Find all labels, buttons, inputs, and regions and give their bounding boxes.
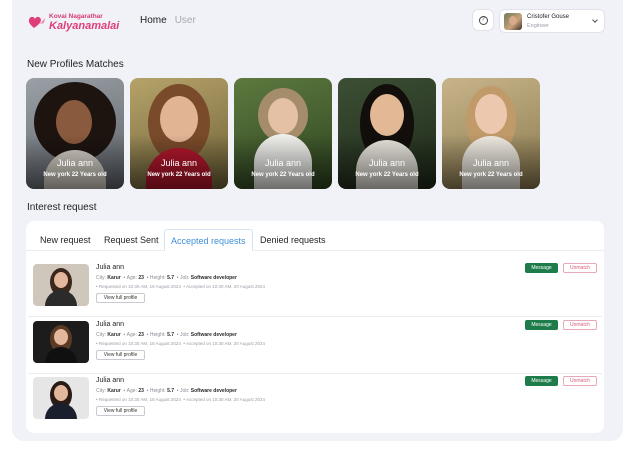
tab-request-sent[interactable]: Request Sent (98, 229, 165, 251)
view-full-profile-button[interactable]: View full profile (96, 350, 145, 360)
request-name: Julia ann (96, 264, 125, 271)
profile-card[interactable]: Julia ann New york 22 Years old (130, 78, 228, 189)
message-button[interactable]: Message (525, 376, 558, 386)
user-name: Cristofer Gouse (527, 14, 570, 20)
tab-accepted-requests[interactable]: Accepted requests (164, 229, 253, 251)
card-name: Julia ann (160, 158, 198, 168)
chevron-down-icon (592, 17, 598, 23)
profile-card[interactable]: Julia ann New york 22 Years old (26, 78, 124, 189)
view-full-profile-button[interactable]: View full profile (96, 293, 145, 303)
request-meta: City: Karur • Age: 23 • Height: 5.7 • Jo… (96, 332, 237, 338)
list-item: Julia ann City: Karur • Age: 23 • Height… (26, 318, 604, 374)
message-button[interactable]: Message (525, 320, 558, 330)
brand-line-1: Kovai Nagarathar (49, 13, 103, 20)
profile-card[interactable]: Julia ann New york 22 Years old (234, 78, 332, 189)
interest-panel: New request Request Sent Accepted reques… (26, 221, 604, 433)
question-circle-icon: ? (478, 15, 488, 25)
nav-user[interactable]: User (175, 15, 196, 26)
brand-logo[interactable]: Kovai Nagarathar Kalyanamalai (28, 12, 120, 34)
request-name: Julia ann (96, 321, 125, 328)
unmatch-button[interactable]: Unmatch (563, 320, 597, 330)
view-full-profile-button[interactable]: View full profile (96, 406, 145, 416)
request-meta: City: Karur • Age: 23 • Height: 5.7 • Jo… (96, 275, 237, 281)
matches-title: New Profiles Matches (27, 59, 124, 70)
request-photo (33, 264, 89, 306)
tab-new-request[interactable]: New request (34, 229, 97, 251)
request-meta: City: Karur • Age: 23 • Height: 5.7 • Jo… (96, 388, 237, 394)
card-info: New york 22 Years old (147, 172, 211, 178)
unmatch-button[interactable]: Unmatch (563, 376, 597, 386)
top-nav: Home User (140, 15, 196, 26)
request-dates: • Requested on 10:30 AM, 18 August 2024 … (96, 284, 266, 289)
profile-card[interactable]: Julia ann New york 22 Years old (338, 78, 436, 189)
request-photo (33, 377, 89, 419)
card-info: New york 22 Years old (459, 172, 523, 178)
request-dates: • Requested on 10:30 AM, 18 August 2024 … (96, 397, 266, 402)
avatar (504, 13, 522, 30)
nav-home[interactable]: Home (140, 15, 167, 26)
card-info: New york 22 Years old (355, 172, 419, 178)
help-button[interactable]: ? (472, 9, 494, 31)
card-name: Julia ann (264, 158, 302, 168)
request-name: Julia ann (96, 377, 125, 384)
brand-line-2: Kalyanamalai (49, 20, 120, 32)
profile-cards: Julia ann New york 22 Years old Julia an… (26, 78, 540, 189)
tab-denied-requests[interactable]: Denied requests (254, 229, 332, 251)
message-button[interactable]: Message (525, 263, 558, 273)
request-dates: • Requested on 10:30 AM, 18 August 2024 … (96, 341, 266, 346)
user-menu[interactable]: Cristofer Gouse Engineer (499, 9, 605, 33)
card-name: Julia ann (472, 158, 510, 168)
card-name: Julia ann (368, 158, 406, 168)
card-name: Julia ann (56, 158, 94, 168)
list-item: Julia ann City: Karur • Age: 23 • Height… (26, 261, 604, 317)
card-info: New york 22 Years old (251, 172, 315, 178)
card-info: New york 22 Years old (43, 172, 107, 178)
row-divider (28, 316, 602, 317)
interest-title: Interest request (27, 202, 97, 213)
user-role: Engineer (527, 23, 550, 29)
list-item: Julia ann City: Karur • Age: 23 • Height… (26, 374, 604, 430)
request-photo (33, 321, 89, 363)
heart-logo-icon (28, 16, 45, 28)
profile-card[interactable]: Julia ann New york 22 Years old (442, 78, 540, 189)
unmatch-button[interactable]: Unmatch (563, 263, 597, 273)
interest-tabs: New request Request Sent Accepted reques… (26, 229, 604, 251)
